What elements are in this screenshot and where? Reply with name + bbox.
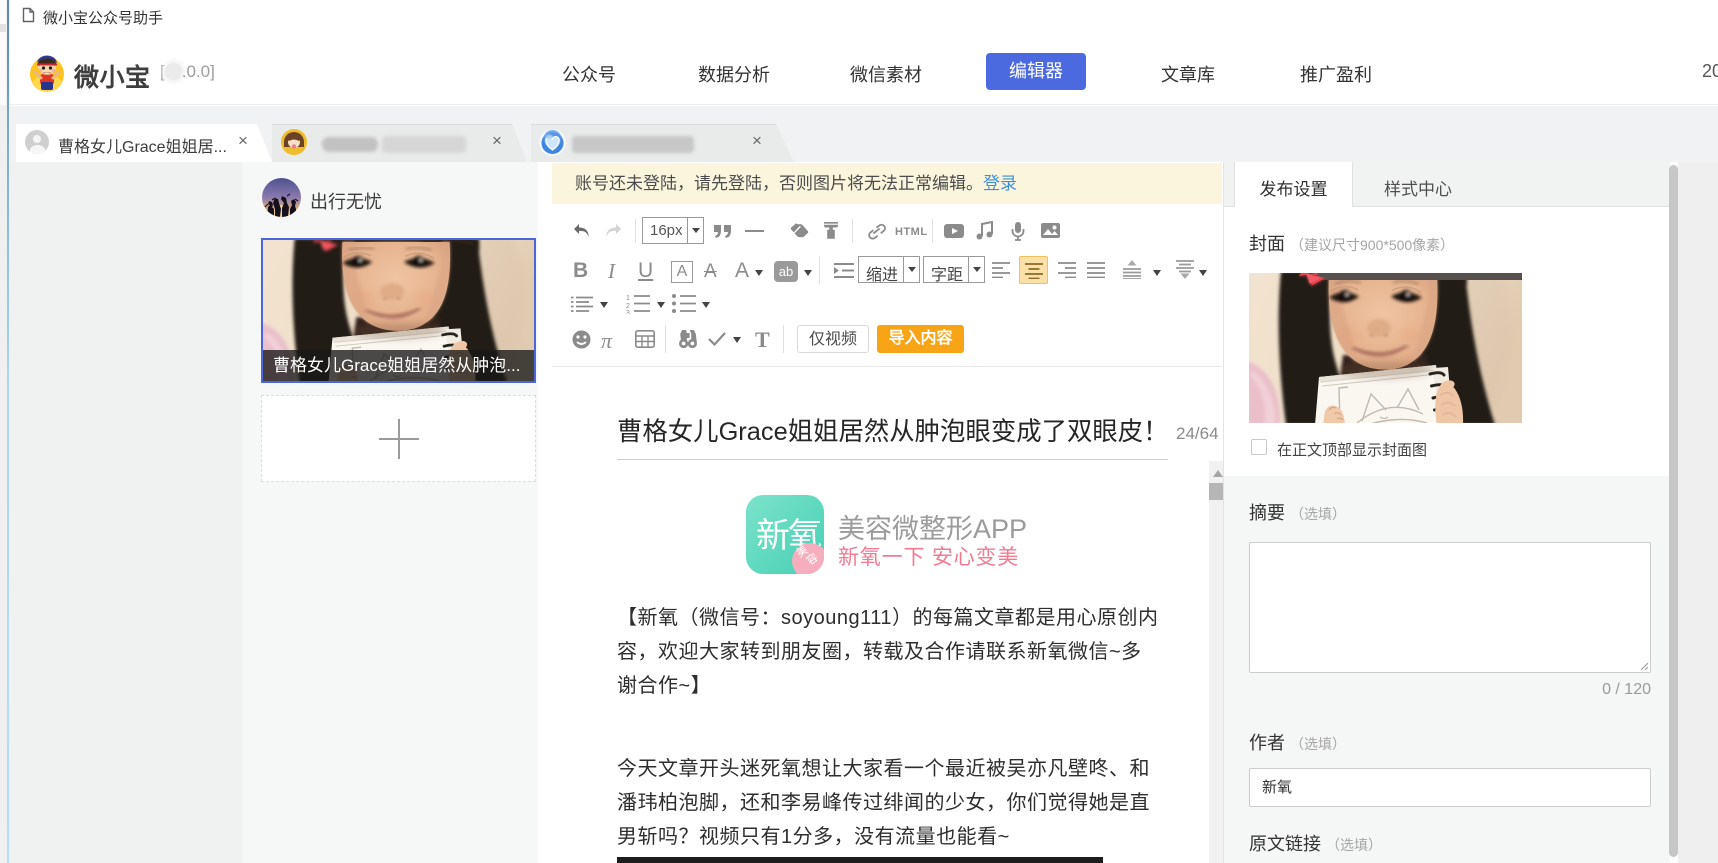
svg-text:3: 3 [626,310,630,314]
svg-text:1: 1 [626,295,630,302]
svg-text:2: 2 [626,303,630,310]
